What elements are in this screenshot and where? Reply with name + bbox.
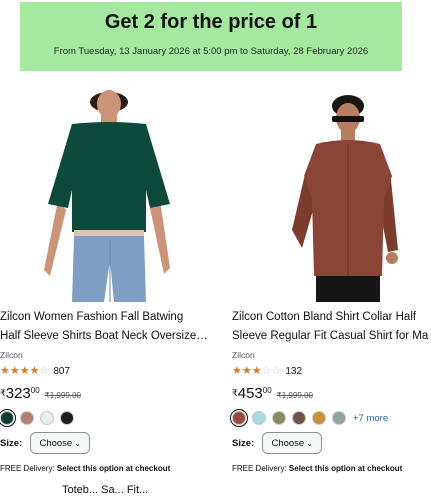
price: ₹ 453 00 ₹1,999.00 xyxy=(232,385,313,402)
product-brand: Zilcon xyxy=(0,350,23,360)
star-icon: ★ xyxy=(0,365,10,377)
size-selector-row: Size: Choose ⌄ xyxy=(0,432,91,454)
star-half-icon: ★ xyxy=(251,365,262,377)
color-swatch[interactable] xyxy=(232,411,246,425)
promo-dates: From Tuesday, 13 January 2026 at 5:00 pm… xyxy=(53,46,369,57)
delivery-prefix: FREE Delivery: xyxy=(0,464,57,473)
color-swatch[interactable] xyxy=(60,411,74,425)
size-dropdown-label: Choose xyxy=(271,437,305,449)
color-swatch[interactable] xyxy=(332,411,346,425)
price-original: ₹1,999.00 xyxy=(276,391,313,400)
delivery-prefix: FREE Delivery: xyxy=(232,464,289,473)
size-dropdown-label: Choose xyxy=(39,437,73,449)
star-icon: ★ xyxy=(241,365,252,377)
price-whole: 323 xyxy=(5,385,31,402)
color-swatch[interactable] xyxy=(292,411,306,425)
star-rating: ★ ★ ★ ★ ☆ xyxy=(0,365,49,377)
delivery-text: Select this option at checkout xyxy=(288,464,403,473)
rating-count: 132 xyxy=(285,365,303,377)
star-half-icon: ★ xyxy=(29,365,40,377)
price-fraction: 00 xyxy=(30,386,40,395)
star-empty-icon: ☆ xyxy=(271,365,282,377)
price: ₹ 323 00 ₹1,999.00 xyxy=(0,385,81,402)
star-rating: ★ ★ ★ ☆ ☆ xyxy=(232,365,281,377)
color-swatches: +7 more xyxy=(232,411,388,425)
promo-title: Get 2 for the price of 1 xyxy=(104,11,318,33)
rating-row[interactable]: ★ ★ ★ ★ ☆ 807 xyxy=(0,364,70,378)
delivery-info: FREE Delivery: Select this option at che… xyxy=(232,464,402,473)
size-dropdown[interactable]: Choose ⌄ xyxy=(30,432,91,454)
promo-banner: Get 2 for the price of 1 From Tuesday, 1… xyxy=(20,2,402,71)
star-empty-icon: ☆ xyxy=(261,365,272,377)
color-swatches xyxy=(0,411,80,425)
product-title[interactable]: Zilcon Cotton Bland Shirt Collar Half Sl… xyxy=(232,308,428,346)
product-image[interactable] xyxy=(232,80,431,302)
rating-count: 807 xyxy=(53,365,71,377)
chevron-down-icon: ⌄ xyxy=(74,438,81,448)
color-swatch[interactable] xyxy=(20,411,34,425)
star-empty-icon: ☆ xyxy=(39,365,50,377)
product-title[interactable]: Zilcon Women Fashion Fall Batwing Half S… xyxy=(0,308,208,346)
star-icon: ★ xyxy=(9,365,20,377)
color-swatch[interactable] xyxy=(40,411,54,425)
color-swatch[interactable] xyxy=(272,411,286,425)
delivery-text: Select this option at checkout xyxy=(56,464,171,473)
size-dropdown[interactable]: Choose ⌄ xyxy=(262,432,323,454)
star-icon: ★ xyxy=(232,365,242,377)
more-colors-link[interactable]: +7 more xyxy=(353,413,388,424)
product-image[interactable] xyxy=(0,80,222,302)
color-swatch[interactable] xyxy=(252,411,266,425)
size-selector-row: Size: Choose ⌄ xyxy=(232,432,323,454)
price-fraction: 00 xyxy=(262,386,272,395)
product-brand: Zilcon xyxy=(232,350,255,360)
color-swatch[interactable] xyxy=(0,411,14,425)
size-label: Size: xyxy=(0,437,23,449)
price-whole: 453 xyxy=(237,385,263,402)
size-label: Size: xyxy=(232,437,255,449)
chevron-down-icon: ⌄ xyxy=(306,438,313,448)
rating-row[interactable]: ★ ★ ★ ☆ ☆ 132 xyxy=(232,364,302,378)
color-swatch[interactable] xyxy=(312,411,326,425)
delivery-info: FREE Delivery: Select this option at che… xyxy=(0,464,170,473)
star-icon: ★ xyxy=(19,365,30,377)
next-product-title-partial[interactable]: Toteb... Sa... Fit... xyxy=(62,484,148,496)
price-original: ₹1,999.00 xyxy=(44,391,81,400)
